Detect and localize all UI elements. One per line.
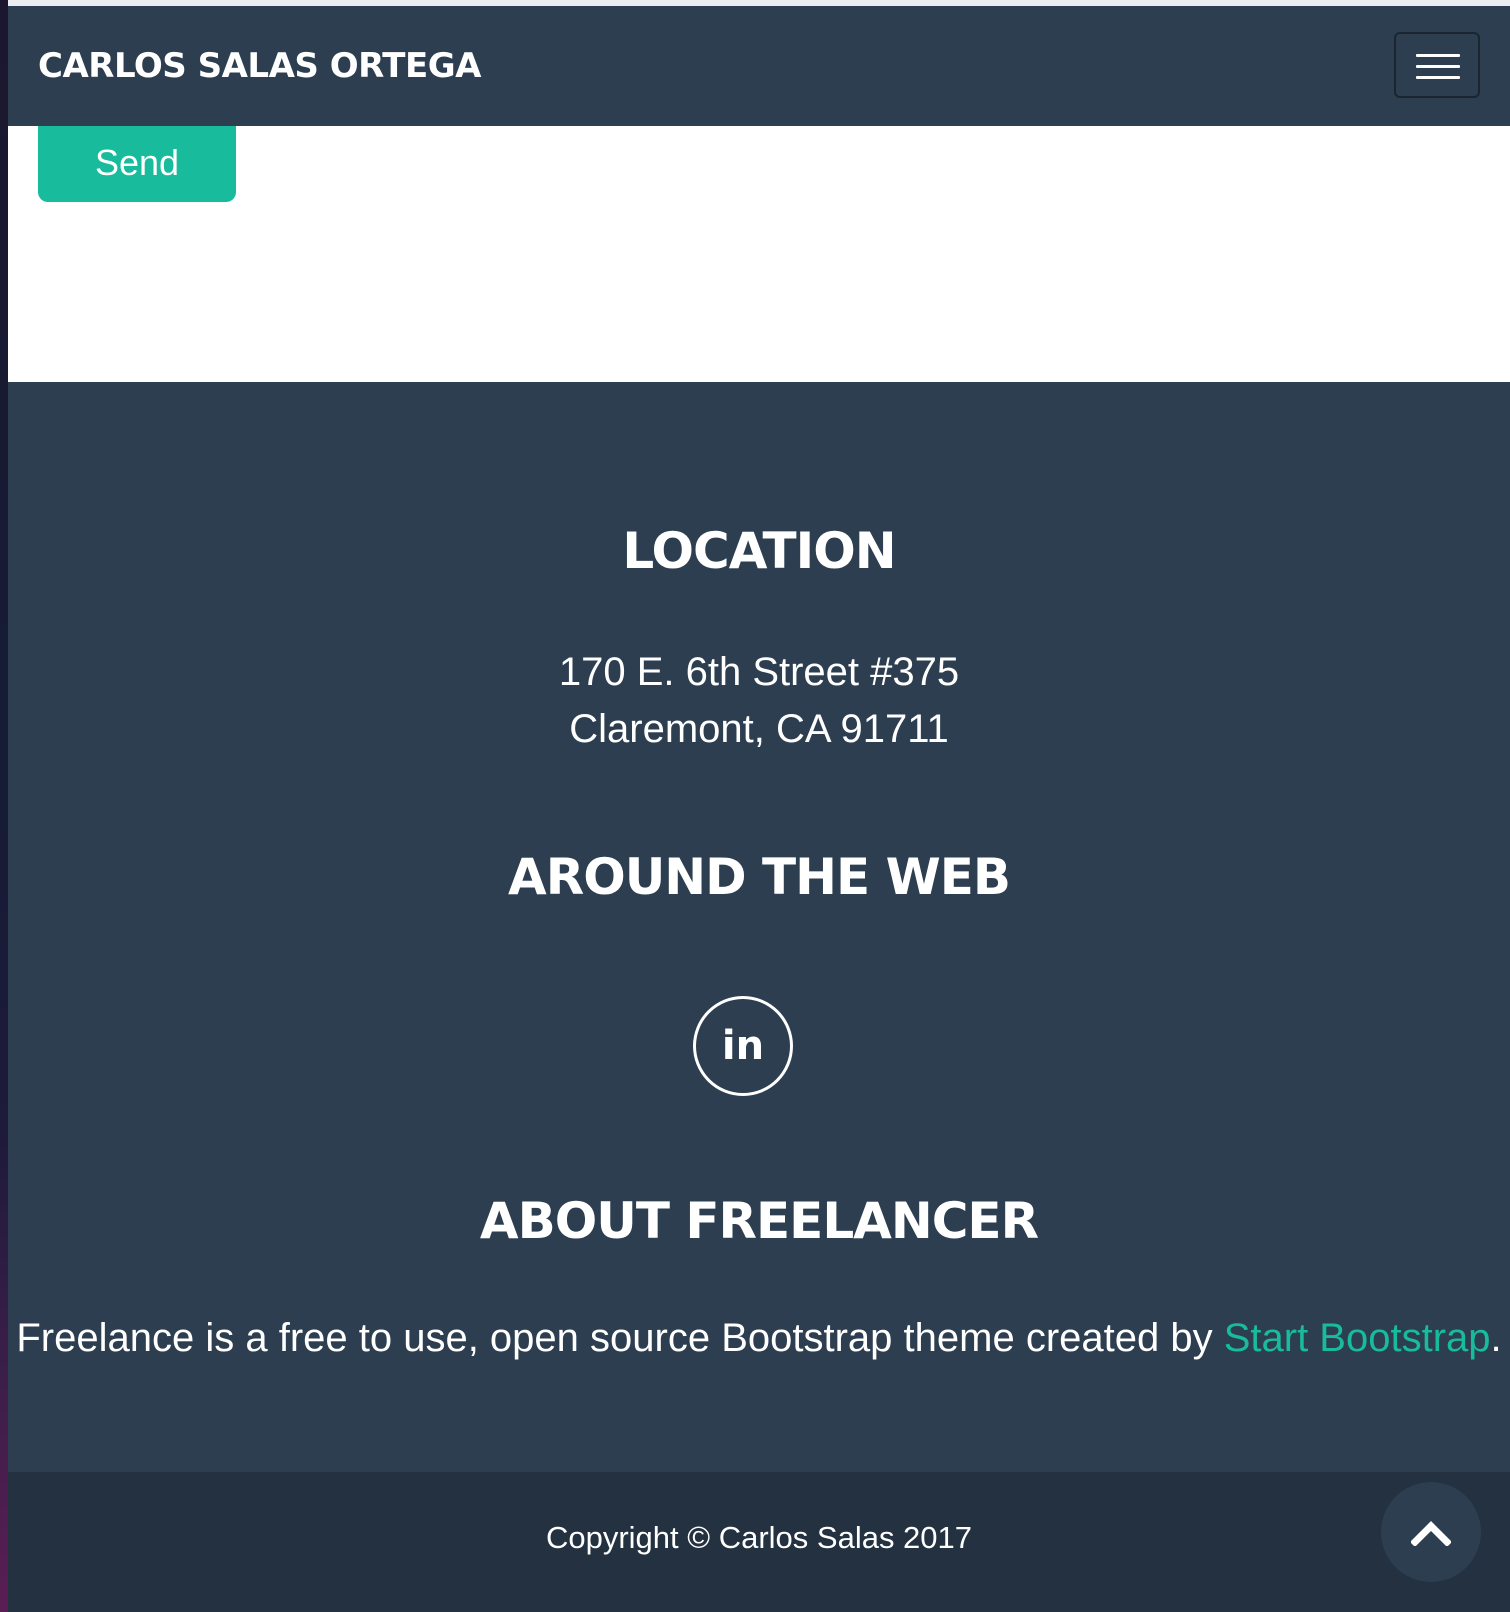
footer-below: Copyright © Carlos Salas 2017 [8, 1472, 1510, 1612]
start-bootstrap-link[interactable]: Start Bootstrap [1224, 1316, 1491, 1360]
address-line-1: 170 E. 6th Street #375 [558, 650, 960, 694]
navbar: CARLOS SALAS ORTEGA [8, 6, 1510, 126]
navbar-brand[interactable]: CARLOS SALAS ORTEGA [38, 6, 481, 126]
chevron-up-icon [1411, 1521, 1451, 1546]
address-line-2: Claremont, CA 91711 [569, 707, 949, 751]
about-text: Freelance is a free to use, open source … [8, 1316, 1510, 1361]
about-text-end: . [1490, 1316, 1502, 1360]
linkedin-link[interactable]: in [693, 996, 793, 1096]
about-freelancer-heading: ABOUT FREELANCER [479, 1192, 1039, 1250]
menu-toggle-button[interactable] [1394, 32, 1480, 98]
footer-above: LOCATION 170 E. 6th Street #375 Claremon… [8, 382, 1510, 1472]
page: Send CARLOS SALAS ORTEGA LOCATION 170 E.… [8, 0, 1510, 1612]
hamburger-bar [1416, 76, 1460, 79]
about-text-body: Freelance is a free to use, open source … [16, 1316, 1224, 1360]
hamburger-bar [1416, 65, 1460, 68]
address: 170 E. 6th Street #375 Claremont, CA 917… [8, 644, 1510, 758]
hamburger-menu-icon [1416, 54, 1460, 79]
copyright-text: Copyright © Carlos Salas 2017 [545, 1520, 973, 1555]
location-heading: LOCATION [622, 522, 896, 580]
desktop-background-edge [0, 0, 8, 1612]
hamburger-bar [1416, 54, 1460, 57]
around-the-web-heading: AROUND THE WEB [508, 848, 1011, 906]
scroll-top-button[interactable] [1381, 1482, 1481, 1582]
linkedin-icon: in [721, 1023, 765, 1069]
